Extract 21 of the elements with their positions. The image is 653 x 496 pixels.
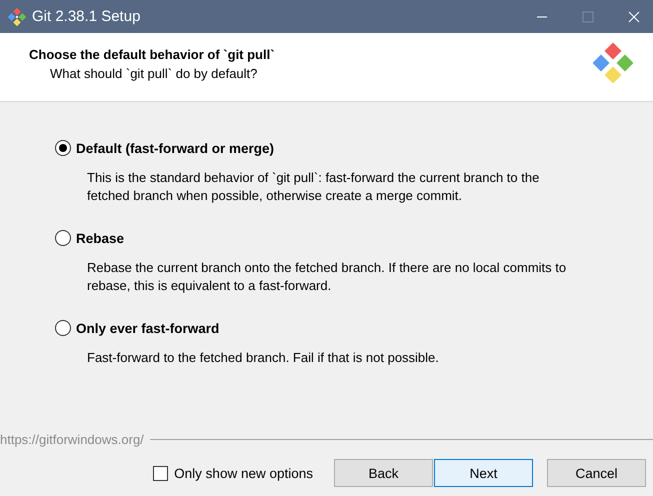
dialog-button[interactable]: Back <box>334 459 433 487</box>
dialog-button[interactable]: Next <box>434 459 533 487</box>
radio-button[interactable] <box>55 230 71 246</box>
checkbox[interactable] <box>153 466 168 480</box>
logo-icon <box>593 43 633 83</box>
option-description: Fast-forward to the fetched branch. Fail if that is not possible. <box>87 349 440 367</box>
close-icon <box>628 10 640 22</box>
radio-option[interactable]: Only ever fast-forward <box>55 320 653 336</box>
radio-button[interactable] <box>55 320 71 336</box>
app-icon <box>8 8 26 26</box>
maximize-icon <box>582 10 594 22</box>
option-description: Rebase the current branch onto the fetched branch. If there are no local commits to rebase, this is equivalent to a fast-forward. <box>87 259 568 295</box>
radio-option[interactable]: Default (fast-forward or merge) <box>55 140 653 156</box>
radio-button[interactable] <box>55 140 71 156</box>
radio-option[interactable]: Rebase <box>55 230 653 246</box>
only-new-checkbox[interactable]: Only show new options <box>153 466 313 480</box>
page-title: Choose the default behavior of `git pull` <box>29 47 276 62</box>
dialog-button[interactable]: Cancel <box>547 459 646 487</box>
option-description: This is the standard behavior of `git pull`: fast-forward the current branch to the fetched branch when possible, otherwise create a merge commit. <box>87 169 540 205</box>
window-title: Git 2.38.1 Setup <box>32 8 142 25</box>
page-subtitle: What should `git pull` do by default? <box>50 66 258 81</box>
